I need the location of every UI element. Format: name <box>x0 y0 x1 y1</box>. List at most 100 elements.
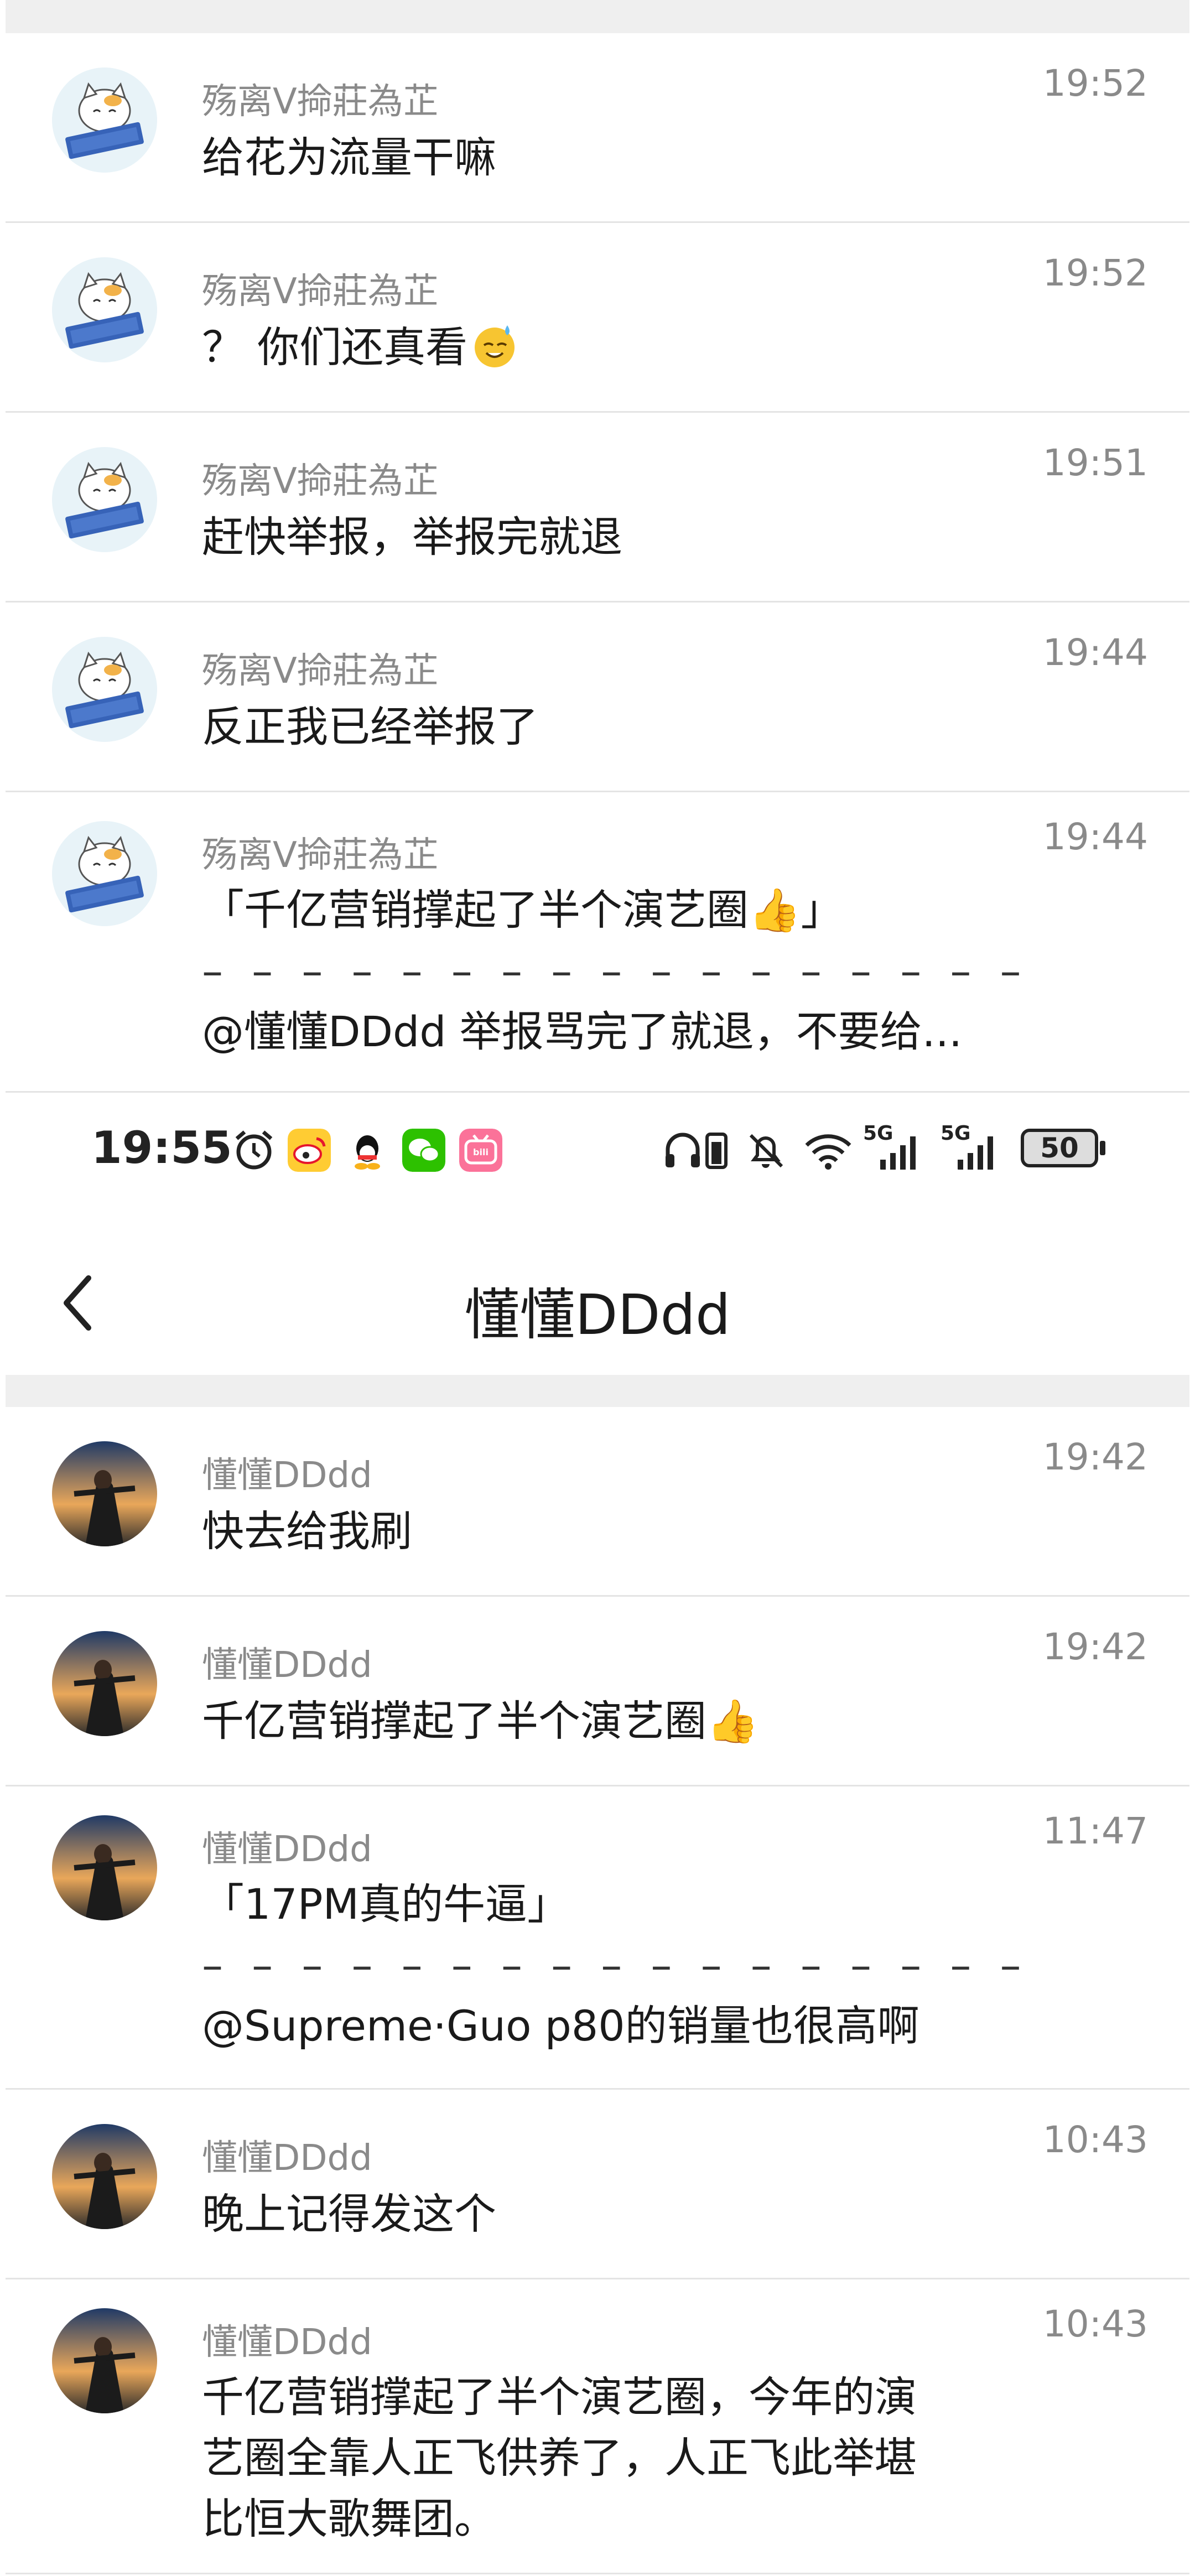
sender-name[interactable]: 懂懂DDdd <box>202 2130 372 2180</box>
couple-avatar-icon <box>52 1441 157 1546</box>
quote-divider: – – – – – – – – – – – – – – – – – <box>202 946 1029 995</box>
weibo-icon <box>288 1129 331 1172</box>
timestamp: 10:43 <box>1042 2118 1148 2161</box>
message-text: 赶快举报，举报完就退 <box>202 507 1046 568</box>
list-item[interactable]: 殇离V掵莊為芷 19:44 反正我已经举报了 <box>6 603 1189 792</box>
timestamp: 19:44 <box>1042 631 1148 674</box>
chat-header: 懂懂DDdd <box>0 1217 1195 1383</box>
timestamp: 19:44 <box>1042 816 1148 858</box>
couple-avatar-icon <box>52 1815 157 1920</box>
avatar[interactable] <box>52 2308 157 2413</box>
list-item[interactable]: 殇离V掵莊為芷 19:52 给花为流量干嘛 <box>6 33 1189 223</box>
message-text: 给花为流量干嘛 <box>202 127 1046 188</box>
message-line: 比恒大歌舞团。 <box>202 2494 496 2543</box>
list-item[interactable]: 懂懂DDdd 19:42 快去给我刷 <box>6 1407 1189 1597</box>
status-bar: 19:55 bili 5G 5G 50 <box>0 1112 1195 1184</box>
message-line: ？ 你们还真看 <box>202 317 1046 378</box>
avatar[interactable] <box>52 2124 157 2229</box>
sender-name[interactable]: 殇离V掵莊為芷 <box>202 73 439 124</box>
avatar[interactable] <box>52 1441 157 1546</box>
avatar[interactable] <box>52 447 157 552</box>
message-text: 千亿营销撑起了半个演艺圈👍 <box>202 1691 1046 1752</box>
battery-percent: 50 <box>1040 1132 1079 1164</box>
avatar[interactable] <box>52 67 157 173</box>
avatar[interactable] <box>52 637 157 742</box>
avatar[interactable] <box>52 821 157 926</box>
sender-name[interactable]: 懂懂DDdd <box>202 1637 372 1687</box>
avatar[interactable] <box>52 1631 157 1736</box>
list-item[interactable]: 懂懂DDdd 19:42 千亿营销撑起了半个演艺圈👍 <box>6 1597 1189 1786</box>
avatar[interactable] <box>52 257 157 362</box>
list-item[interactable]: 殇离V掵莊為芷 19:51 赶快举报，举报完就退 <box>6 413 1189 603</box>
couple-avatar-icon <box>52 2308 157 2413</box>
couple-avatar-icon <box>52 1631 157 1736</box>
reply-text: @懂懂DDdd 举报骂完了就退，不要给... <box>202 1007 963 1056</box>
sender-name[interactable]: 懂懂DDdd <box>202 1447 372 1498</box>
timestamp: 19:52 <box>1042 62 1148 105</box>
timestamp: 11:47 <box>1042 1810 1148 1852</box>
message-text: 反正我已经举报了 <box>202 697 1046 757</box>
list-item[interactable]: 懂懂DDdd 11:47 「17PM真的牛逼」 – – – – – – – – … <box>6 1786 1189 2090</box>
bilibili-icon: bili <box>459 1129 502 1172</box>
message-line: 千亿营销撑起了半个演艺圈，今年的演 <box>202 2372 917 2422</box>
message-line: 赶快举报，举报完就退 <box>202 512 622 562</box>
quoted-text: 「17PM真的牛逼」 <box>202 1879 570 1929</box>
message-text: 「17PM真的牛逼」 – – – – – – – – – – – – – – –… <box>202 1874 1046 2056</box>
timestamp: 19:51 <box>1042 442 1148 484</box>
message-list: 懂懂DDdd 19:42 快去给我刷 懂懂DDdd 19:42 千亿营销撑起了半… <box>6 1375 1189 2576</box>
status-time: 19:55 <box>91 1122 232 1173</box>
cat-avatar-icon <box>52 637 157 742</box>
message-line: 给花为流量干嘛 <box>202 133 496 182</box>
battery-indicator: 50 <box>1021 1129 1098 1167</box>
timestamp: 19:42 <box>1042 1436 1148 1478</box>
wechat-icon <box>402 1129 445 1172</box>
svg-text:bili: bili <box>473 1147 489 1157</box>
cat-avatar-icon <box>52 447 157 552</box>
message-line: 千亿营销撑起了半个演艺圈👍 <box>202 1696 759 1746</box>
sender-name[interactable]: 殇离V掵莊為芷 <box>202 642 439 693</box>
top-screenshot: 殇离V掵莊為芷 19:52 给花为流量干嘛 殇离V掵莊為芷 19:52 ？ 你们… <box>6 0 1189 1098</box>
signal-icon-2 <box>958 1136 993 1170</box>
sender-name[interactable]: 殇离V掵莊為芷 <box>202 453 439 503</box>
couple-avatar-icon <box>52 2124 157 2229</box>
sweat-smile-emoji-icon <box>475 325 515 367</box>
qq-icon <box>355 1135 380 1170</box>
cat-avatar-icon <box>52 821 157 926</box>
sender-name[interactable]: 懂懂DDdd <box>202 2314 372 2365</box>
timestamp: 10:43 <box>1042 2303 1148 2345</box>
sender-name[interactable]: 懂懂DDdd <box>202 1821 372 1872</box>
cat-avatar-icon <box>52 67 157 173</box>
quoted-text: 「千亿营销撑起了半个演艺圈👍」 <box>202 885 843 934</box>
sender-name[interactable]: 殇离V掵莊為芷 <box>202 263 439 314</box>
mute-bell-icon <box>749 1134 783 1168</box>
list-item[interactable]: 殇离V掵莊為芷 19:44 「千亿营销撑起了半个演艺圈👍」 – – – – – … <box>6 792 1189 1093</box>
message-line: 反正我已经举报了 <box>202 702 538 751</box>
message-text: 晚上记得发这个 <box>202 2184 1046 2245</box>
device-battery-icon <box>705 1133 728 1169</box>
signal-icon <box>880 1136 916 1170</box>
list-item[interactable]: 殇离V掵莊為芷 19:52 ？ 你们还真看 <box>6 223 1189 413</box>
message-text: 「千亿营销撑起了半个演艺圈👍」 – – – – – – – – – – – – … <box>202 880 1046 1062</box>
sender-name[interactable]: 殇离V掵莊為芷 <box>202 827 439 877</box>
message-text: 千亿营销撑起了半个演艺圈，今年的演 艺圈全靠人正飞供养了，人正飞此举堪 比恒大歌… <box>202 2367 1046 2549</box>
message-line: 晚上记得发这个 <box>202 2189 496 2239</box>
message-line: 快去给我刷 <box>202 1507 412 1556</box>
message-text: ？ 你们还真看 <box>202 317 1046 378</box>
timestamp: 19:42 <box>1042 1625 1148 1668</box>
message-text: 快去给我刷 <box>202 1501 1046 1562</box>
quote-divider: – – – – – – – – – – – – – – – – – <box>202 1940 1029 1990</box>
cat-avatar-icon <box>52 257 157 362</box>
list-item[interactable]: 懂懂DDdd 10:43 千亿营销撑起了半个演艺圈，今年的演 艺圈全靠人正飞供养… <box>6 2279 1189 2574</box>
headphones-icon <box>666 1133 700 1167</box>
timestamp: 19:52 <box>1042 252 1148 294</box>
page-title: 懂懂DDdd <box>464 1282 731 1347</box>
top-gray-strip <box>6 0 1189 33</box>
battery-tip <box>1100 1141 1105 1155</box>
wifi-icon <box>805 1134 851 1170</box>
list-item[interactable]: 懂懂DDdd 10:43 晚上记得发这个 <box>6 2090 1189 2279</box>
message-line: 艺圈全靠人正飞供养了，人正飞此举堪 <box>202 2433 917 2482</box>
reply-text: @Supreme·Guo p80的销量也很高啊 <box>202 2001 919 2050</box>
gray-strip <box>6 1375 1189 1407</box>
alarm-icon <box>235 1130 273 1170</box>
avatar[interactable] <box>52 1815 157 1920</box>
